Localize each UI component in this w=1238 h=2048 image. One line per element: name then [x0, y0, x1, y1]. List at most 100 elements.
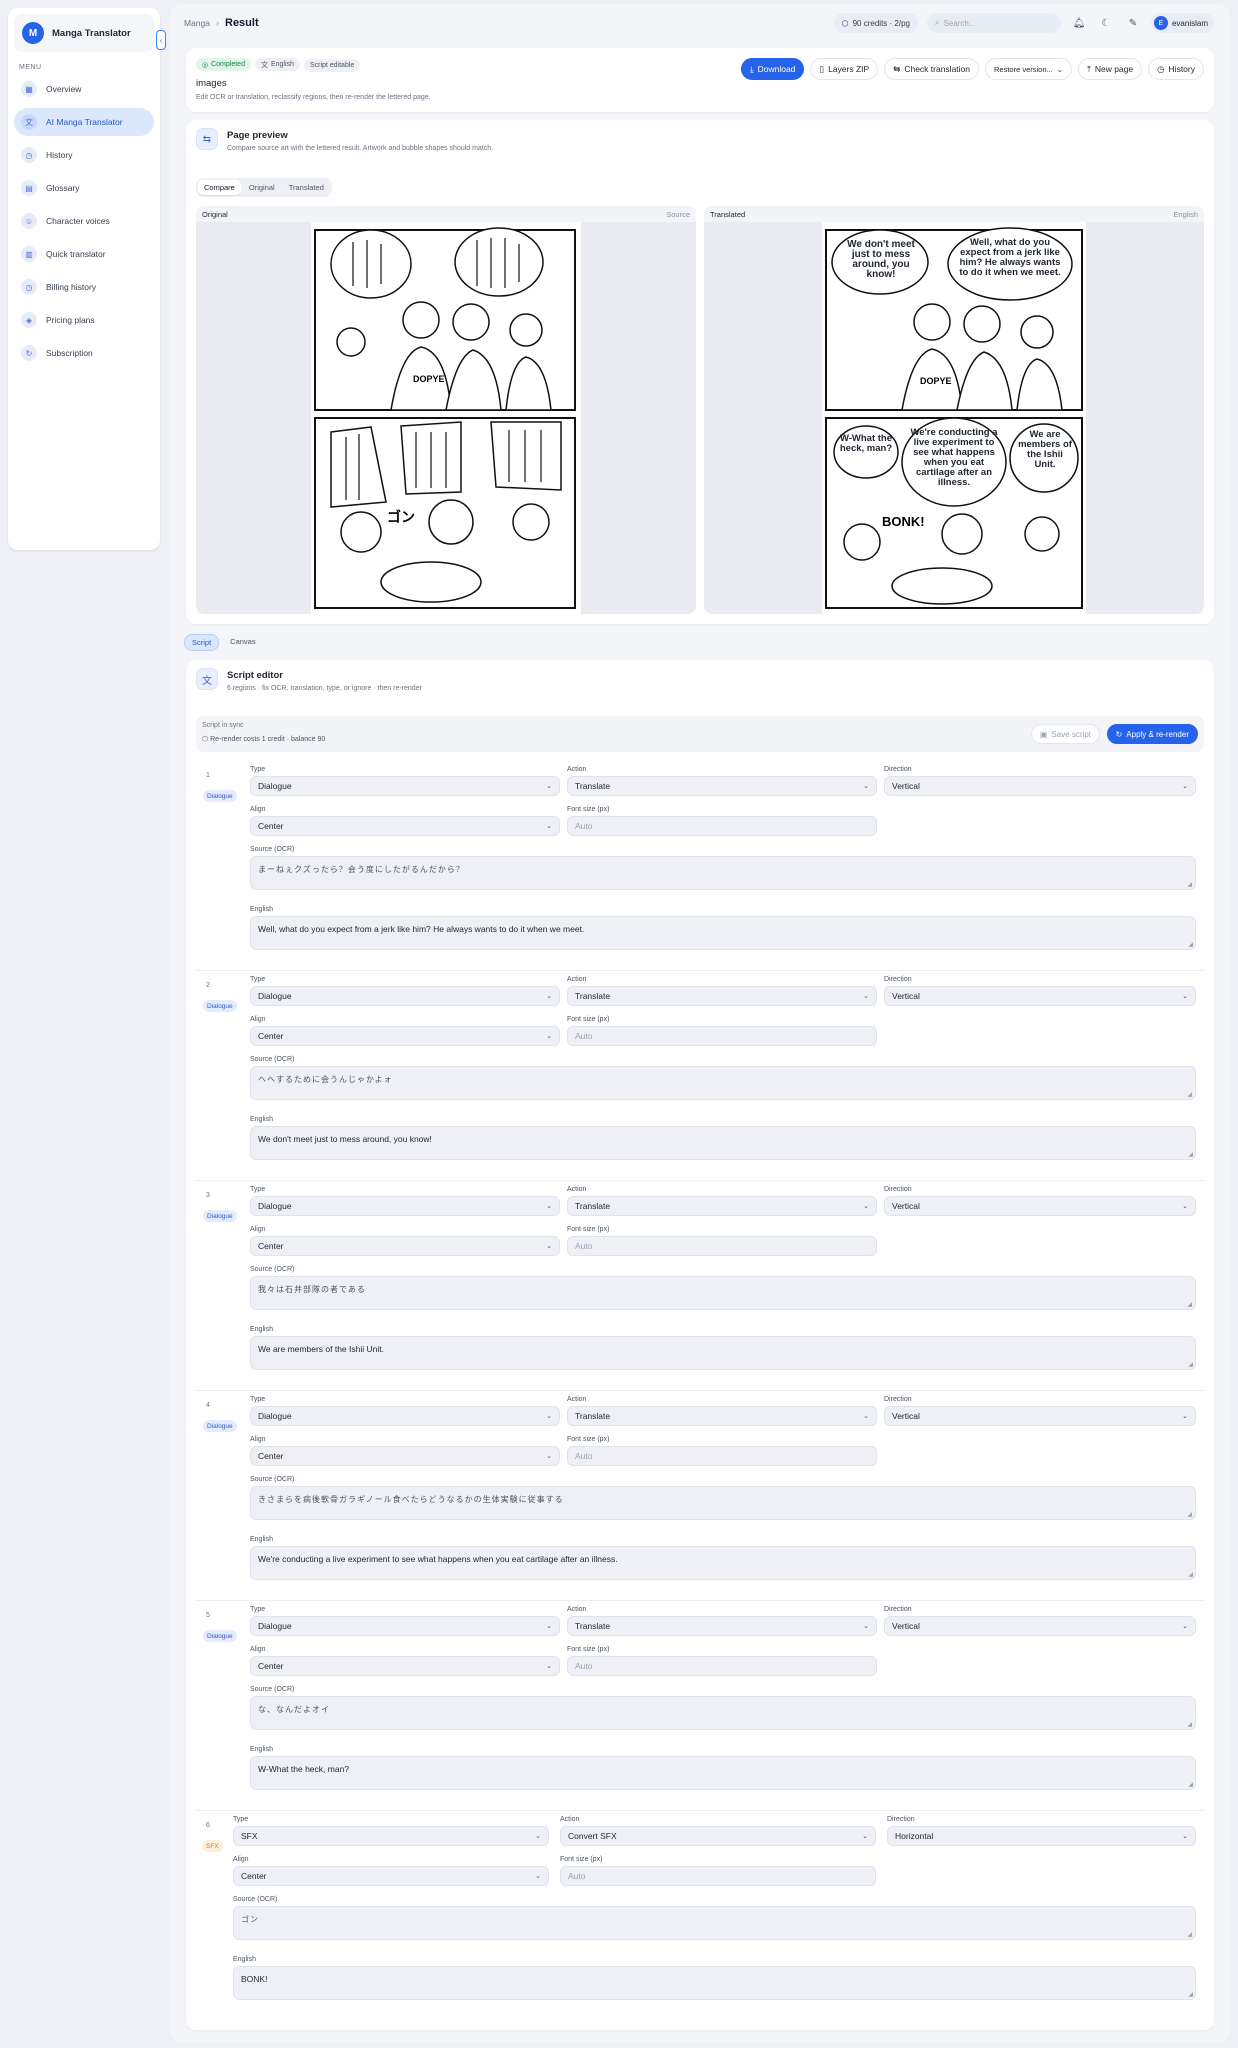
english-textarea[interactable]: We don't meet just to mess around, you k…	[250, 1126, 1196, 1160]
action-select[interactable]: Translate ⌄	[567, 776, 877, 796]
english-textarea[interactable]: BONK! ◢	[233, 1966, 1196, 2000]
restore-version-select[interactable]: Restore version... ⌄	[985, 58, 1073, 80]
apply-rerender-button[interactable]: ↻ Apply & re-render	[1106, 724, 1198, 744]
align-select[interactable]: Center ⌄	[250, 816, 560, 836]
sidebar-item-glossary[interactable]: ▤ Glossary	[14, 174, 154, 202]
font-size-label: Font size (px)	[560, 1856, 603, 1863]
tab-canvas[interactable]: Canvas	[223, 634, 262, 651]
resize-handle-icon[interactable]: ◢	[1187, 881, 1193, 888]
direction-select[interactable]: Horizontal ⌄	[887, 1826, 1196, 1846]
collapse-sidebar-button[interactable]: ‹	[156, 30, 166, 50]
resize-handle-icon[interactable]: ◢	[1187, 1511, 1193, 1518]
font-size-input[interactable]: Auto	[560, 1866, 876, 1886]
english-textarea[interactable]: Well, what do you expect from a jerk lik…	[250, 916, 1196, 950]
action-select[interactable]: Translate ⌄	[567, 1616, 877, 1636]
english-textarea[interactable]: We're conducting a live experiment to se…	[250, 1546, 1196, 1580]
font-size-input[interactable]: Auto	[567, 1656, 877, 1676]
direction-select[interactable]: Vertical ⌄	[884, 1616, 1196, 1636]
chevron-down-icon: ⌄	[863, 783, 869, 790]
credits-badge[interactable]: ⬡ 90 credits · 2/pg	[833, 13, 918, 33]
resize-handle-icon[interactable]: ◢	[1187, 1721, 1193, 1728]
font-size-input[interactable]: Auto	[567, 1236, 877, 1256]
resize-handle-icon[interactable]: ◢	[1188, 941, 1193, 948]
font-size-input[interactable]: Auto	[567, 1026, 877, 1046]
source-label: Source (OCR)	[250, 1686, 295, 1693]
sidebar-item-pricing-plans[interactable]: ◈ Pricing plans	[14, 306, 154, 334]
breadcrumb[interactable]: Manga	[184, 18, 210, 28]
english-textarea[interactable]: W-What the heck, man? ◢	[250, 1756, 1196, 1790]
check-translation-button[interactable]: ⇆ Check translation	[884, 58, 979, 80]
direction-select[interactable]: Vertical ⌄	[884, 776, 1196, 796]
sidebar-item-subscription[interactable]: ↻ Subscription	[14, 339, 154, 367]
align-select[interactable]: Center ⌄	[250, 1236, 560, 1256]
tab-compare[interactable]: Compare	[198, 180, 241, 195]
history-button[interactable]: ◷ History	[1148, 58, 1204, 80]
align-select[interactable]: Center ⌄	[250, 1656, 560, 1676]
font-size-input[interactable]: Auto	[567, 816, 877, 836]
download-button[interactable]: ⤓ Download	[740, 58, 805, 80]
english-textarea[interactable]: We are members of the Ishii Unit. ◢	[250, 1336, 1196, 1370]
direction-select[interactable]: Vertical ⌄	[884, 1196, 1196, 1216]
action-label: Action	[567, 976, 587, 983]
tab-original[interactable]: Original	[243, 180, 281, 195]
resize-handle-icon[interactable]: ◢	[1188, 1361, 1193, 1368]
align-select[interactable]: Center ⌄	[233, 1866, 549, 1886]
align-select[interactable]: Center ⌄	[250, 1026, 560, 1046]
new-page-button[interactable]: ⤒ New page	[1078, 58, 1143, 80]
sidebar-item-ai-manga-translator[interactable]: 文 AI Manga Translator	[14, 108, 154, 136]
action-label: Action	[567, 1606, 587, 1613]
sidebar-item-label: Quick translator	[46, 249, 106, 259]
source-ocr-textarea[interactable]: きさまらを病後軟骨ガラギノール食べたらどうなるかの生体実験に従事する ◢	[250, 1486, 1196, 1520]
chevron-down-icon: ⌄	[546, 993, 552, 1000]
chevron-down-icon: ⌄	[863, 1413, 869, 1420]
type-select[interactable]: Dialogue ⌄	[250, 986, 560, 1006]
sidebar-item-quick-translator[interactable]: ▥ Quick translator	[14, 240, 154, 268]
type-select[interactable]: Dialogue ⌄	[250, 1406, 560, 1426]
resize-handle-icon[interactable]: ◢	[1187, 1091, 1193, 1098]
save-script-button[interactable]: ▣ Save script	[1030, 724, 1100, 744]
sidebar-item-character-voices[interactable]: ☺ Character voices	[14, 207, 154, 235]
direction-select[interactable]: Vertical ⌄	[884, 1406, 1196, 1426]
resize-handle-icon[interactable]: ◢	[1188, 1571, 1193, 1578]
download-label: Download	[757, 64, 796, 74]
settings-icon[interactable]: ✎	[1124, 14, 1142, 32]
bell-icon[interactable]: 🔔︎	[1070, 14, 1088, 32]
moon-icon[interactable]: ☾	[1097, 14, 1115, 32]
sidebar-item-overview[interactable]: ▦ Overview	[14, 75, 154, 103]
type-select[interactable]: SFX ⌄	[233, 1826, 549, 1846]
resize-handle-icon[interactable]: ◢	[1188, 1991, 1193, 1998]
direction-select[interactable]: Vertical ⌄	[884, 986, 1196, 1006]
cost-text: Re-render costs 1 credit · balance 90	[210, 736, 326, 743]
font-size-input[interactable]: Auto	[567, 1446, 877, 1466]
tab-translated[interactable]: Translated	[283, 180, 330, 195]
translate-icon: 文	[196, 668, 218, 690]
tab-script[interactable]: Script	[184, 634, 220, 651]
source-ocr-textarea[interactable]: 我々は石井部隊の者である ◢	[250, 1276, 1196, 1310]
type-select[interactable]: Dialogue ⌄	[250, 776, 560, 796]
action-select[interactable]: Translate ⌄	[567, 1406, 877, 1426]
source-ocr-textarea[interactable]: ヘヘするために会うんじゃかよォ ◢	[250, 1066, 1196, 1100]
action-select[interactable]: Translate ⌄	[567, 986, 877, 1006]
sidebar-item-history[interactable]: ◷ History	[14, 141, 154, 169]
action-select[interactable]: Translate ⌄	[567, 1196, 877, 1216]
source-ocr-textarea[interactable]: な、なんだよオイ ◢	[250, 1696, 1196, 1730]
action-select[interactable]: Convert SFX ⌄	[560, 1826, 876, 1846]
chevron-down-icon: ⌄	[546, 783, 552, 790]
source-ocr-textarea[interactable]: まーねぇクズったら？会う度にしたがるんだから？ ◢	[250, 856, 1196, 890]
sidebar-item-billing-history[interactable]: ◷ Billing history	[14, 273, 154, 301]
source-label: Source (OCR)	[233, 1896, 278, 1903]
type-select[interactable]: Dialogue ⌄	[250, 1616, 560, 1636]
chevron-down-icon: ⌄	[546, 1203, 552, 1210]
user-menu[interactable]: Eevanislam	[1150, 13, 1214, 33]
resize-handle-icon[interactable]: ◢	[1187, 1931, 1193, 1938]
font-size-label: Font size (px)	[567, 1436, 610, 1443]
layers-zip-button[interactable]: ▯ Layers ZIP	[810, 58, 879, 80]
align-select[interactable]: Center ⌄	[250, 1446, 560, 1466]
resize-handle-icon[interactable]: ◢	[1188, 1781, 1193, 1788]
resize-handle-icon[interactable]: ◢	[1188, 1151, 1193, 1158]
resize-handle-icon[interactable]: ◢	[1187, 1301, 1193, 1308]
type-select-value: Dialogue	[258, 781, 292, 791]
type-select[interactable]: Dialogue ⌄	[250, 1196, 560, 1216]
search-input[interactable]: ⌕ Search...	[926, 13, 1061, 33]
source-ocr-textarea[interactable]: ゴン ◢	[233, 1906, 1196, 1940]
